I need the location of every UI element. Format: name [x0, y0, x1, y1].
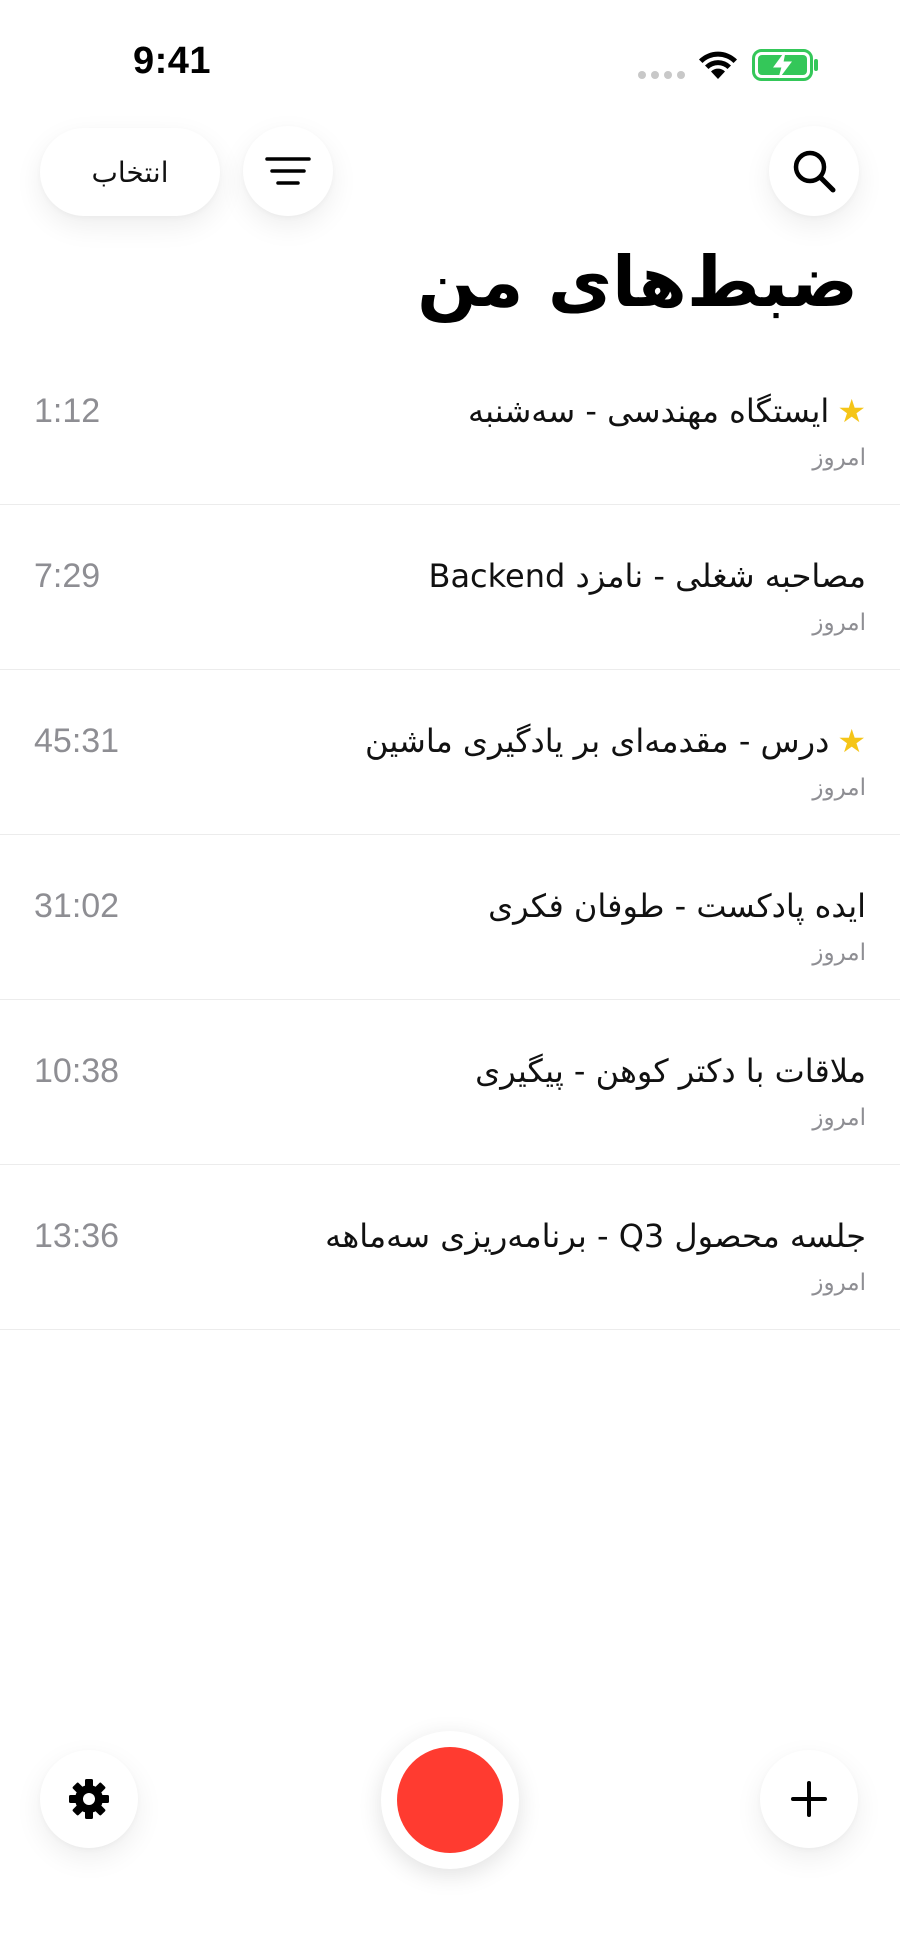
recording-title-text: درس - مقدمه‌ای بر یادگیری ماشین	[365, 722, 830, 760]
recording-duration: 7:29	[34, 557, 101, 595]
filter-button[interactable]	[243, 126, 333, 216]
recording-row[interactable]: مصاحبه شغلی - نامزد Backend امروز 7:29	[0, 505, 900, 670]
search-button[interactable]	[769, 126, 859, 216]
recording-duration: 13:36	[34, 1217, 120, 1255]
record-icon	[397, 1747, 503, 1853]
recording-date: امروز	[812, 610, 866, 636]
recording-title: ★ایستگاه مهندسی - سه‌شنبه	[468, 392, 866, 430]
status-time: 9:41	[133, 40, 212, 82]
recording-row[interactable]: ایده پادکست - طوفان فکری امروز 31:02	[0, 835, 900, 1000]
recording-title-text: ملاقات با دکتر کوهن - پیگیری	[475, 1052, 866, 1090]
recording-title-text: ایده پادکست - طوفان فکری	[488, 887, 866, 925]
recordings-list: ★ایستگاه مهندسی - سه‌شنبه امروز 1:12 مصاحبه…	[0, 340, 900, 1330]
select-button-label: انتخاب	[91, 155, 169, 189]
settings-button[interactable]	[40, 1750, 138, 1848]
battery-charging-icon	[752, 49, 818, 81]
status-bar: 9:41	[0, 0, 900, 120]
recording-title: ★درس - مقدمه‌ای بر یادگیری ماشین	[365, 722, 866, 760]
recording-date: امروز	[812, 940, 866, 966]
recording-date: امروز	[812, 775, 866, 801]
wifi-icon	[699, 51, 737, 79]
filter-lines-icon	[265, 157, 311, 185]
recording-date: امروز	[812, 1270, 866, 1296]
plus-icon	[791, 1781, 827, 1817]
recording-title-text: جلسه محصول Q3 - برنامه‌ریزی سه‌ماهه	[325, 1217, 866, 1255]
page-title: ضبط‌های من	[417, 241, 858, 323]
star-icon: ★	[837, 722, 866, 760]
cellular-signal-icon	[638, 71, 685, 79]
recording-row[interactable]: ★ایستگاه مهندسی - سه‌شنبه امروز 1:12	[0, 340, 900, 505]
recording-duration: 10:38	[34, 1052, 120, 1090]
recording-title: ایده پادکست - طوفان فکری	[488, 887, 866, 925]
select-button[interactable]: انتخاب	[40, 128, 220, 216]
recording-duration: 31:02	[34, 887, 120, 925]
recording-row[interactable]: ملاقات با دکتر کوهن - پیگیری امروز 10:38	[0, 1000, 900, 1165]
star-icon: ★	[837, 392, 866, 430]
add-button[interactable]	[760, 1750, 858, 1848]
record-button[interactable]	[381, 1731, 519, 1869]
recording-title-text: مصاحبه شغلی - نامزد Backend	[428, 557, 866, 595]
search-icon	[793, 150, 836, 193]
recording-row[interactable]: جلسه محصول Q3 - برنامه‌ریزی سه‌ماهه امروز…	[0, 1165, 900, 1330]
recording-title: مصاحبه شغلی - نامزد Backend	[428, 557, 866, 595]
recording-date: امروز	[812, 445, 866, 471]
recording-title-text: ایستگاه مهندسی - سه‌شنبه	[467, 392, 830, 430]
recording-duration: 45:31	[34, 722, 120, 760]
recording-title: جلسه محصول Q3 - برنامه‌ریزی سه‌ماهه	[325, 1217, 866, 1255]
recording-title: ملاقات با دکتر کوهن - پیگیری	[475, 1052, 866, 1090]
recording-duration: 1:12	[34, 392, 101, 430]
recording-date: امروز	[812, 1105, 866, 1131]
recording-row[interactable]: ★درس - مقدمه‌ای بر یادگیری ماشین امروز 45:…	[0, 670, 900, 835]
gear-icon	[69, 1779, 109, 1819]
